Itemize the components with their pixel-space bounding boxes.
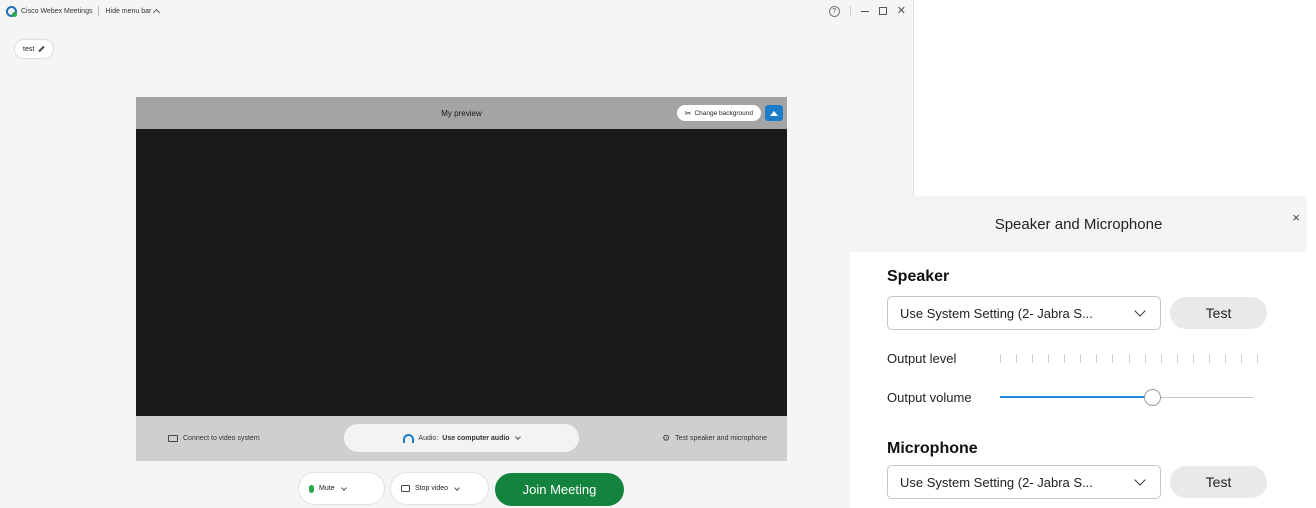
pencil-icon bbox=[38, 45, 45, 53]
speaker-heading: Speaker bbox=[887, 268, 950, 285]
stop-video-label: Stop video bbox=[415, 485, 449, 492]
controls-divider bbox=[849, 6, 851, 16]
gear-icon: ⚙ bbox=[662, 433, 671, 443]
join-meeting-button[interactable]: Join Meeting bbox=[495, 473, 624, 506]
hide-menu-bar-button[interactable]: Hide menu bar bbox=[105, 7, 161, 17]
mute-options-chevron-icon[interactable] bbox=[340, 484, 347, 491]
connect-video-label: Connect to video system bbox=[183, 435, 260, 442]
display-name: test bbox=[23, 45, 35, 53]
change-background-button[interactable]: ✂ Change background bbox=[676, 105, 761, 121]
upload-background-button[interactable] bbox=[765, 105, 783, 121]
microphone-select-value: Use System Setting (2- Jabra S... bbox=[900, 474, 1093, 490]
chevron-down-icon bbox=[1134, 474, 1146, 486]
title-divider bbox=[98, 6, 100, 16]
headset-icon bbox=[403, 433, 415, 443]
close-icon[interactable]: × bbox=[1292, 210, 1300, 225]
hide-menu-bar-label: Hide menu bar bbox=[105, 7, 152, 15]
speaker-test-button[interactable]: Test bbox=[1170, 297, 1267, 329]
slider-thumb[interactable] bbox=[1143, 389, 1161, 406]
chevron-up-icon bbox=[153, 8, 161, 17]
output-level-label: Output level bbox=[887, 351, 957, 366]
help-icon[interactable]: ? bbox=[828, 5, 840, 17]
test-speaker-mic-label: Test speaker and microphone bbox=[675, 435, 767, 442]
display-name-button[interactable]: test bbox=[15, 40, 54, 58]
preview-title: My preview bbox=[441, 108, 482, 118]
webex-window: Cisco Webex Meetings Hide menu bar ? ✕ t… bbox=[0, 0, 914, 508]
test-speaker-mic-button[interactable]: ⚙ Test speaker and microphone bbox=[662, 416, 767, 461]
microphone-icon bbox=[309, 484, 314, 493]
preview-header: My preview ✂ Change background bbox=[136, 97, 787, 129]
microphone-select[interactable]: Use System Setting (2- Jabra S... bbox=[887, 465, 1161, 499]
change-background-label: Change background bbox=[694, 109, 753, 117]
close-window-icon[interactable]: ✕ bbox=[897, 5, 906, 17]
video-preview: My preview ✂ Change background Connect t… bbox=[136, 97, 787, 461]
window-controls: ? ✕ bbox=[828, 0, 914, 22]
speaker-microphone-panel: Speaker and Microphone × Speaker Use Sys… bbox=[850, 196, 1316, 508]
microphone-heading: Microphone bbox=[887, 440, 978, 457]
webex-logo-icon bbox=[6, 5, 17, 17]
meeting-controls: Mute Stop video Join Meeting bbox=[0, 472, 914, 506]
chevron-down-icon bbox=[514, 434, 521, 440]
output-volume-slider[interactable] bbox=[1000, 389, 1253, 406]
mute-button[interactable]: Mute bbox=[299, 473, 384, 504]
microphone-test-button[interactable]: Test bbox=[1170, 466, 1267, 498]
camera-icon bbox=[401, 485, 410, 492]
mute-label: Mute bbox=[319, 485, 335, 492]
panel-header: Speaker and Microphone bbox=[850, 196, 1307, 252]
output-volume-label: Output volume bbox=[887, 390, 972, 405]
stop-video-button[interactable]: Stop video bbox=[391, 473, 488, 504]
audio-value: Use computer audio bbox=[442, 434, 510, 442]
minimize-icon[interactable] bbox=[860, 10, 869, 12]
panel-title: Speaker and Microphone bbox=[994, 215, 1163, 233]
app-title: Cisco Webex Meetings bbox=[21, 7, 93, 15]
speaker-select-value: Use System Setting (2- Jabra S... bbox=[900, 305, 1093, 321]
maximize-icon[interactable] bbox=[878, 7, 887, 15]
video-feed bbox=[136, 129, 787, 416]
chevron-down-icon bbox=[1134, 305, 1146, 317]
preview-footer: Connect to video system Audio: Use compu… bbox=[136, 416, 787, 461]
screen-cast-icon bbox=[168, 435, 178, 442]
audio-label: Audio: bbox=[418, 434, 439, 442]
audio-select-button[interactable]: Audio: Use computer audio bbox=[344, 424, 579, 452]
connect-video-system-button[interactable]: Connect to video system bbox=[168, 416, 260, 461]
video-options-chevron-icon[interactable] bbox=[454, 484, 460, 491]
slider-fill bbox=[1000, 396, 1152, 398]
title-bar: Cisco Webex Meetings Hide menu bar ? ✕ bbox=[0, 0, 914, 22]
output-level-meter bbox=[1000, 354, 1258, 364]
speaker-select[interactable]: Use System Setting (2- Jabra S... bbox=[887, 296, 1161, 330]
background-icon: ✂ bbox=[684, 108, 692, 118]
